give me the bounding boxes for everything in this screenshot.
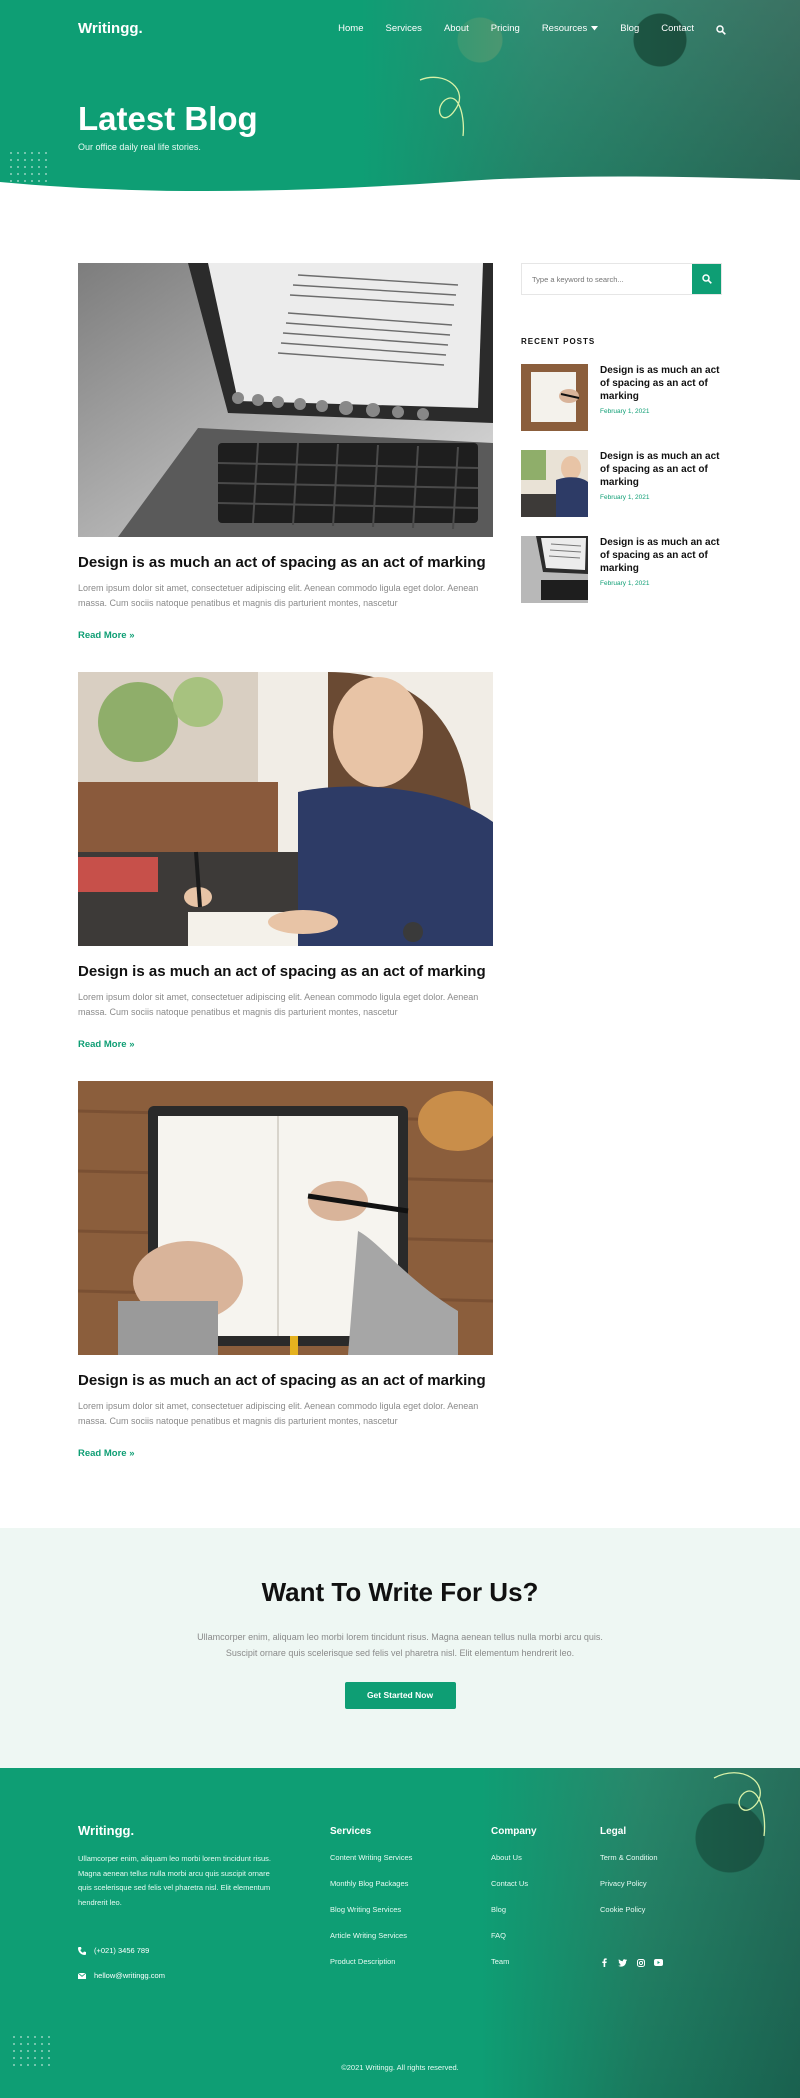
site-logo[interactable]: Writingg.: [78, 20, 143, 37]
recent-post-date: February 1, 2021: [600, 494, 650, 501]
facebook-icon[interactable]: [600, 1958, 609, 1967]
social-links: [600, 1958, 663, 1967]
footer-link[interactable]: Team: [491, 1957, 537, 1966]
post-image-notebook[interactable]: [78, 1081, 493, 1355]
recent-post-thumbnail[interactable]: [521, 450, 588, 517]
footer-link[interactable]: Article Writing Services: [330, 1931, 412, 1940]
get-started-button[interactable]: Get Started Now: [344, 1681, 456, 1709]
nav-item-services[interactable]: Services: [386, 22, 422, 34]
footer-about-text: Ullamcorper enim, aliquam leo morbi lore…: [78, 1854, 271, 1907]
recent-post-text: Design is as much an act of spacing as a…: [600, 364, 722, 432]
footer-link[interactable]: Term & Condition: [600, 1853, 658, 1862]
post-excerpt: Lorem ipsum dolor sit amet, consectetuer…: [78, 1400, 479, 1427]
footer-link[interactable]: Blog: [491, 1905, 537, 1914]
recent-post-item[interactable]: Design is as much an act of spacing as a…: [521, 536, 722, 604]
footer-email[interactable]: hellow@writingg.com: [78, 1971, 165, 1980]
recent-post-item[interactable]: Design is as much an act of spacing as a…: [521, 364, 722, 432]
footer-column-title: Services: [330, 1826, 372, 1837]
nav-item-about[interactable]: About: [444, 22, 469, 34]
recent-post-date: February 1, 2021: [600, 408, 650, 415]
mail-icon: [78, 1972, 86, 1979]
recent-post-title[interactable]: Design is as much an act of spacing as a…: [600, 536, 722, 575]
hero-section: Writingg. Home Services About Pricing Re…: [0, 0, 800, 210]
post-excerpt: Lorem ipsum dolor sit amet, consectetuer…: [78, 991, 479, 1018]
twitter-icon[interactable]: [618, 1958, 627, 1967]
recent-post-date: February 1, 2021: [600, 580, 650, 587]
search-input[interactable]: [522, 264, 692, 294]
nav-menu: Home Services About Pricing Resources Bl…: [338, 22, 728, 35]
footer-column-company: Company About Us Contact Us Blog FAQ Tea…: [491, 1826, 537, 1983]
footer-link[interactable]: FAQ: [491, 1931, 537, 1940]
site-footer: Writingg. Ullamcorper enim, aliquam leo …: [0, 1768, 800, 2098]
recent-post-title[interactable]: Design is as much an act of spacing as a…: [600, 364, 722, 403]
search-icon: [701, 274, 712, 284]
footer-column-services: Services Content Writing Services Monthl…: [330, 1826, 412, 1983]
footer-link[interactable]: Privacy Policy: [600, 1879, 658, 1888]
nav-item-blog[interactable]: Blog: [620, 22, 639, 34]
hero-wave-divider: [0, 176, 800, 210]
recent-post-text: Design is as much an act of spacing as a…: [600, 450, 722, 518]
nav-item-resources-label: Resources: [541, 22, 588, 34]
footer-link[interactable]: Product Description: [330, 1957, 412, 1966]
footer-phone[interactable]: (+021) 3456 789: [78, 1946, 149, 1955]
post-image-laptop[interactable]: [78, 263, 493, 537]
blog-main: Design is as much an act of spacing as a…: [0, 210, 800, 1528]
read-more-link[interactable]: Read More »: [78, 1039, 135, 1050]
phone-icon: [78, 1946, 86, 1955]
decorative-swirl: [713, 1772, 766, 1837]
blog-post: Design is as much an act of spacing as a…: [78, 672, 493, 1052]
footer-link[interactable]: About Us: [491, 1853, 537, 1862]
instagram-icon[interactable]: [636, 1958, 645, 1967]
page-subtitle: Our office daily real life stories.: [78, 142, 201, 152]
footer-link[interactable]: Contact Us: [491, 1879, 537, 1888]
sidebar: RECENT POSTS Design is as much an act of…: [521, 263, 722, 604]
post-excerpt: Lorem ipsum dolor sit amet, consectetuer…: [78, 582, 479, 609]
footer-link[interactable]: Monthly Blog Packages: [330, 1879, 412, 1888]
footer-column-title: Company: [491, 1826, 537, 1837]
read-more-link[interactable]: Read More »: [78, 1448, 135, 1459]
recent-post-item[interactable]: Design is as much an act of spacing as a…: [521, 450, 722, 518]
nav-item-contact[interactable]: Contact: [661, 22, 694, 34]
recent-post-thumbnail[interactable]: [521, 364, 588, 431]
nav-item-home[interactable]: Home: [338, 22, 363, 34]
recent-post-text: Design is as much an act of spacing as a…: [600, 536, 722, 604]
blog-post: Design is as much an act of spacing as a…: [78, 263, 493, 643]
footer-link[interactable]: Cookie Policy: [600, 1905, 658, 1914]
recent-post-title[interactable]: Design is as much an act of spacing as a…: [600, 450, 722, 489]
cta-title: Want To Write For Us?: [261, 1577, 539, 1607]
footer-email-text: hellow@writingg.com: [94, 1971, 165, 1980]
recent-posts-heading: RECENT POSTS: [521, 337, 596, 346]
blog-post: Design is as much an act of spacing as a…: [78, 1081, 493, 1461]
nav-item-pricing[interactable]: Pricing: [491, 22, 520, 34]
recent-post-thumbnail[interactable]: [521, 536, 588, 603]
search-button[interactable]: [692, 264, 721, 294]
read-more-link[interactable]: Read More »: [78, 630, 135, 641]
footer-copyright: ©2021 Writingg. All rights reserved.: [341, 2063, 459, 2072]
footer-link[interactable]: Blog Writing Services: [330, 1905, 412, 1914]
youtube-icon[interactable]: [654, 1958, 663, 1967]
cta-text: Ullamcorper enim, aliquam leo morbi lore…: [197, 1632, 603, 1658]
footer-column-title: Legal: [600, 1826, 627, 1837]
footer-logo[interactable]: Writingg.: [78, 1823, 134, 1838]
chevron-down-icon: [591, 25, 599, 30]
search-icon[interactable]: [716, 22, 728, 35]
nav-item-resources[interactable]: Resources: [541, 22, 599, 34]
post-title[interactable]: Design is as much an act of spacing as a…: [78, 962, 493, 982]
footer-link[interactable]: Content Writing Services: [330, 1853, 412, 1862]
post-image-woman-writing[interactable]: [78, 672, 493, 946]
decorative-swirl: [419, 76, 465, 137]
search-box: [521, 263, 722, 295]
footer-column-legal: Legal Term & Condition Privacy Policy Co…: [600, 1826, 658, 1931]
post-title[interactable]: Design is as much an act of spacing as a…: [78, 1371, 493, 1391]
top-navigation: Writingg. Home Services About Pricing Re…: [0, 0, 800, 56]
cta-section: Want To Write For Us? Ullamcorper enim, …: [0, 1528, 800, 1768]
page-title: Latest Blog: [78, 100, 258, 137]
footer-phone-text: (+021) 3456 789: [94, 1946, 150, 1955]
post-title[interactable]: Design is as much an act of spacing as a…: [78, 553, 493, 573]
